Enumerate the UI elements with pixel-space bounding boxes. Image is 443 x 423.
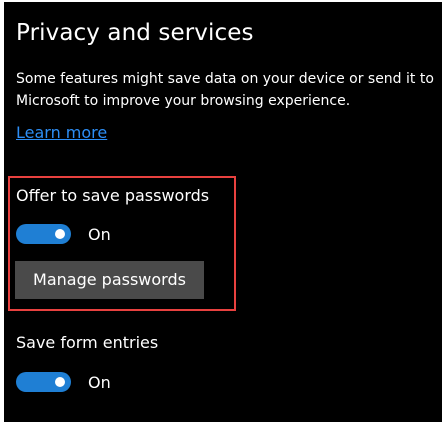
save-form-entries-label: Save form entries <box>16 333 159 352</box>
toggle-knob <box>55 377 65 387</box>
section-title: Privacy and services <box>16 20 254 46</box>
settings-panel: Privacy and services Some features might… <box>4 2 442 422</box>
offer-save-passwords-state: On <box>88 224 111 244</box>
save-form-entries-state: On <box>88 372 111 392</box>
manage-passwords-button[interactable]: Manage passwords <box>15 261 204 299</box>
section-description: Some features might save data on your de… <box>16 71 434 109</box>
learn-more-link[interactable]: Learn more <box>16 123 107 142</box>
offer-save-passwords-toggle-row: On <box>16 223 111 245</box>
save-form-entries-toggle-row: On <box>16 371 111 393</box>
offer-save-passwords-toggle[interactable] <box>16 224 71 244</box>
toggle-knob <box>55 229 65 239</box>
save-form-entries-toggle[interactable] <box>16 372 71 392</box>
offer-save-passwords-label: Offer to save passwords <box>16 186 210 205</box>
